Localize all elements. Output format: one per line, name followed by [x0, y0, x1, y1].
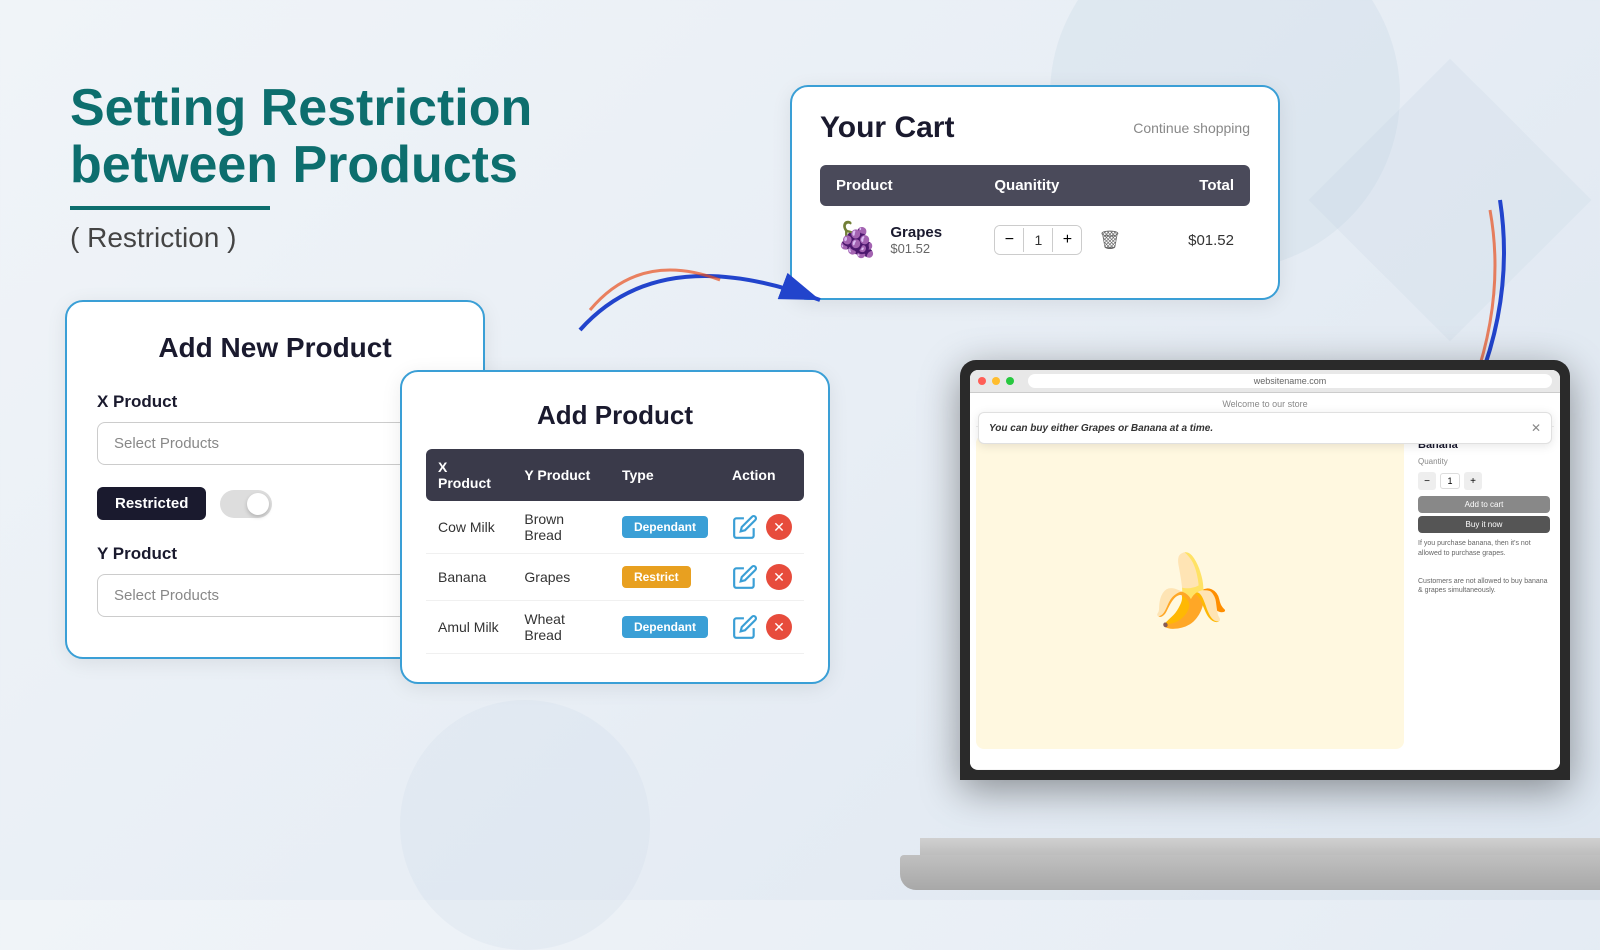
edit-icon[interactable]	[732, 564, 758, 590]
banana-details: Banana Quantity − 1 + Add to cart Buy it…	[1414, 435, 1554, 749]
arrow-to-cart	[560, 220, 840, 350]
y-product-cell: Brown Bread	[512, 501, 610, 554]
action-cell: ✕	[720, 501, 804, 554]
banana-product-section: 🍌 Banana Quantity − 1 + Add to cart Buy …	[976, 435, 1554, 749]
qty-control: − 1 + 🗑	[994, 225, 1144, 255]
store-header-text: Welcome to our store	[976, 399, 1554, 409]
close-icon[interactable]: ✕	[1531, 421, 1541, 435]
x-product-cell: Amul Milk	[426, 601, 512, 654]
product-name: Grapes	[890, 224, 942, 241]
col-y-product: Y Product	[512, 449, 610, 501]
y-product-cell: Grapes	[512, 554, 610, 601]
y-product-placeholder: Select Products	[114, 587, 219, 604]
x-product-cell: Cow Milk	[426, 501, 512, 554]
x-product-cell: Banana	[426, 554, 512, 601]
edit-icon[interactable]	[732, 514, 758, 540]
action-icons: ✕	[732, 514, 792, 540]
add-new-product-title: Add New Product	[97, 332, 453, 364]
product-info: 🍇 Grapes $01.52	[836, 220, 962, 260]
grapes-icon: 🍇	[836, 220, 878, 260]
add-product-title: Add Product	[426, 400, 804, 431]
cart-qty-cell: − 1 + 🗑	[978, 206, 1160, 274]
col-total: Total	[1161, 165, 1250, 206]
col-x-product: X Product	[426, 449, 512, 501]
cart-total-cell: $01.52	[1161, 206, 1250, 274]
title-section: Setting Restriction between Products ( R…	[70, 80, 550, 254]
qty-increase-btn[interactable]: +	[1464, 472, 1482, 490]
cart-table: Product Quanitity Total 🍇 Grapes $01.52	[820, 165, 1250, 274]
cart-title: Your Cart	[820, 111, 954, 145]
action-icons: ✕	[732, 614, 792, 640]
browser-close-dot	[978, 377, 986, 385]
page-subtitle: ( Restriction )	[70, 222, 550, 254]
cart-row: 🍇 Grapes $01.52 − 1 + 🗑	[820, 206, 1250, 274]
dependant-badge: Dependant	[622, 516, 708, 538]
buy-now-button[interactable]: Buy it now	[1418, 516, 1550, 533]
qty-decrease-btn[interactable]: −	[1418, 472, 1436, 490]
y-product-cell: Wheat Bread	[512, 601, 610, 654]
type-cell: Restrict	[610, 554, 720, 601]
action-cell: ✕	[720, 601, 804, 654]
delete-icon[interactable]: ✕	[766, 614, 792, 640]
notification-text: You can buy either Grapes or Banana at a…	[989, 423, 1213, 434]
table-row: Amul Milk Wheat Bread Dependant ✕	[426, 601, 804, 654]
table-row: Cow Milk Brown Bread Dependant ✕	[426, 501, 804, 554]
continue-shopping-link[interactable]: Continue shopping	[1133, 120, 1250, 136]
restricted-badge: Restricted	[97, 487, 206, 520]
type-cell: Dependant	[610, 601, 720, 654]
add-product-card: Add Product X Product Y Product Type Act…	[400, 370, 830, 684]
browser-content: Welcome to our store Home Catalog Collec…	[970, 393, 1560, 769]
qty-value: 1	[1023, 228, 1053, 252]
delete-icon[interactable]: ✕	[766, 514, 792, 540]
qty-row: − 1 +	[1418, 472, 1550, 490]
qty-value: 1	[1440, 473, 1460, 489]
col-product: Product	[820, 165, 978, 206]
action-icons: ✕	[732, 564, 792, 590]
browser-minimize-dot	[992, 377, 1000, 385]
laptop-screen: websitename.com You can buy either Grape…	[970, 370, 1560, 770]
title-underline	[70, 206, 270, 210]
restriction-text-2: Customers are not allowed to buy banana …	[1418, 577, 1550, 597]
bg-decoration-2	[400, 700, 650, 950]
delete-icon[interactable]: ✕	[766, 564, 792, 590]
browser-maximize-dot	[1006, 377, 1014, 385]
add-to-cart-button[interactable]: Add to cart	[1418, 496, 1550, 513]
cart-item-total: $01.52	[1188, 232, 1234, 249]
qty-increase-button[interactable]: +	[1053, 226, 1081, 254]
restriction-text-1: If you purchase banana, then it's not al…	[1418, 539, 1550, 559]
action-cell: ✕	[720, 554, 804, 601]
cart-product-cell: 🍇 Grapes $01.52	[820, 206, 978, 274]
edit-icon[interactable]	[732, 614, 758, 640]
qty-decrease-button[interactable]: −	[995, 226, 1023, 254]
cart-header: Your Cart Continue shopping	[820, 111, 1250, 145]
browser-url-bar[interactable]: websitename.com	[1028, 374, 1552, 388]
notification-popup: You can buy either Grapes or Banana at a…	[978, 412, 1552, 444]
quantity-stepper[interactable]: − 1 +	[994, 225, 1082, 255]
col-quantity: Quanitity	[978, 165, 1160, 206]
col-type: Type	[610, 449, 720, 501]
dependant-badge: Dependant	[622, 616, 708, 638]
browser-bar: websitename.com	[970, 370, 1560, 393]
restrict-badge: Restrict	[622, 566, 691, 588]
restricted-toggle[interactable]	[220, 490, 272, 518]
banana-image: 🍌	[976, 435, 1404, 749]
qty-label: Quantity	[1418, 457, 1550, 466]
page-title: Setting Restriction between Products	[70, 80, 550, 194]
product-table: X Product Y Product Type Action Cow Milk…	[426, 449, 804, 654]
table-row: Banana Grapes Restrict ✕	[426, 554, 804, 601]
laptop-bottom	[900, 855, 1600, 890]
remove-item-icon[interactable]: 🗑	[1098, 230, 1121, 251]
cart-card: Your Cart Continue shopping Product Quan…	[790, 85, 1280, 300]
x-product-placeholder: Select Products	[114, 435, 219, 452]
product-unit-price: $01.52	[890, 241, 942, 256]
type-cell: Dependant	[610, 501, 720, 554]
laptop-screen-wrapper: websitename.com You can buy either Grape…	[960, 360, 1570, 780]
col-action: Action	[720, 449, 804, 501]
laptop-mockup: websitename.com You can buy either Grape…	[920, 360, 1600, 920]
